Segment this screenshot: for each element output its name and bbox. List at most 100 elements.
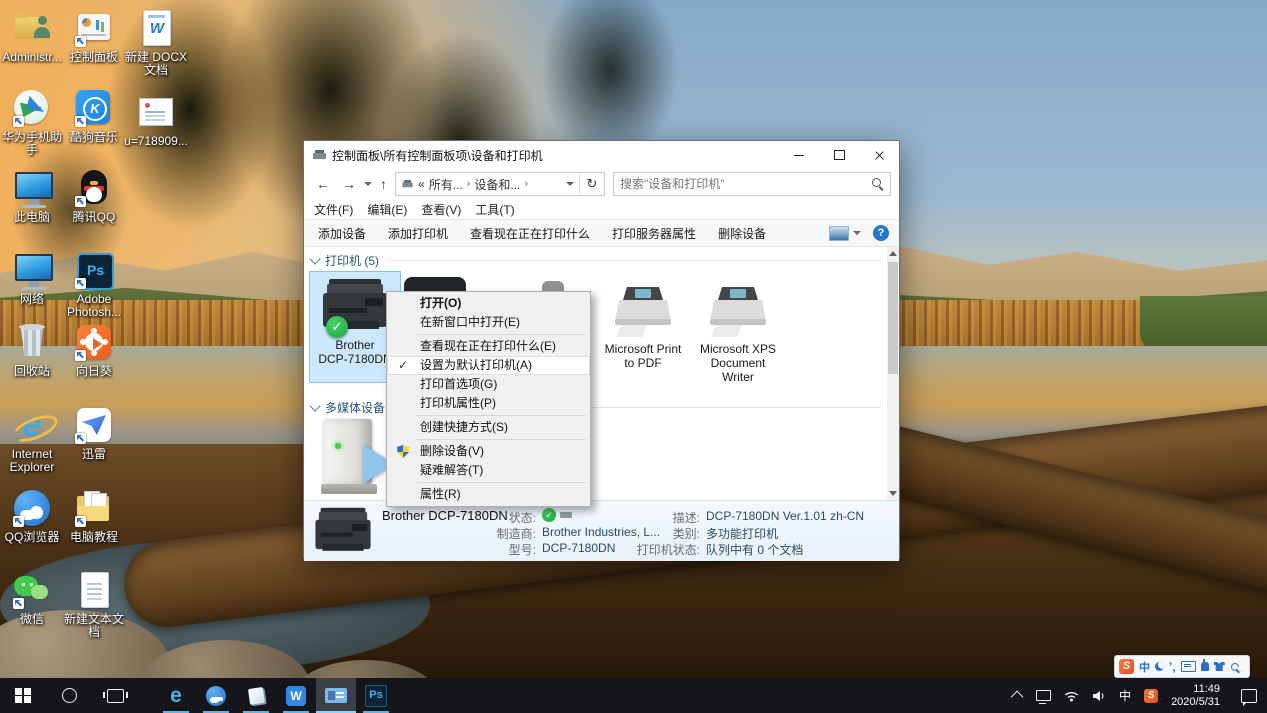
tray-pc-icon[interactable] [1036,690,1051,701]
close-button[interactable] [859,141,899,169]
wifi-icon[interactable] [1064,690,1079,702]
default-printer-badge: ✓ [326,316,348,338]
up-button[interactable]: ↑ [376,176,391,192]
shortcut-arrow-icon [13,516,24,527]
show-hidden-icons-chevron[interactable] [1011,691,1024,704]
taskbar-qq-browser[interactable] [196,678,236,713]
desktop-icon-photoshop[interactable]: Ps Adobe Photosh... [62,250,126,319]
ime-mode-button[interactable]: 中 [1139,659,1150,675]
desktop-icon-internet-explorer[interactable]: e Internet Explorer [0,405,64,474]
group-header-printers[interactable]: 打印机 (5) [311,252,881,269]
desktop-icon-sunflower[interactable]: 向日葵 [62,322,126,378]
desktop-icon-wechat[interactable]: 微信 [0,570,64,626]
taskbar-photoshop[interactable]: Ps [356,678,396,713]
view-options-button[interactable] [829,226,861,241]
toolbar-see-whats-printing[interactable]: 查看现在正在打印什么 [470,225,590,242]
desktop-icon-control-panel[interactable]: 控制面板 [62,8,126,64]
title-bar[interactable]: 控制面板\所有控制面板项\设备和打印机 [304,141,899,169]
handwriting-icon[interactable] [1201,662,1209,671]
desktop-icon-qq[interactable]: 腾讯QQ [62,168,126,224]
desktop-icon-hisuite[interactable]: 华为手机助手 [0,88,64,157]
minimize-button[interactable] [779,141,819,169]
fullwidth-moon-icon[interactable] [1155,662,1164,671]
maximize-button[interactable] [819,141,859,169]
context-menu-remove-device[interactable]: 删除设备(V) [387,442,590,461]
menu-file[interactable]: 文件(F) [314,201,353,218]
context-menu-troubleshoot[interactable]: 疑难解答(T) [387,461,590,480]
toolbar-remove-device[interactable]: 删除设备 [718,225,766,242]
status-value: ✓ [542,507,572,522]
context-menu-printing-preferences[interactable]: 打印首选项(G) [387,375,590,394]
toolbar-add-printer[interactable]: 添加打印机 [388,225,448,242]
desktop-icon-kugou[interactable]: K 酷狗音乐 [62,88,126,144]
shortcut-arrow-icon [75,516,86,527]
menu-tools[interactable]: 工具(T) [475,201,514,218]
start-button[interactable] [0,678,46,713]
scroll-down-icon[interactable] [889,491,897,496]
forward-button[interactable]: → [338,176,360,192]
context-menu-open-new-window[interactable]: 在新窗口中打开(E) [387,313,590,332]
scrollbar-thumb[interactable] [888,262,898,374]
search-box[interactable] [613,172,891,196]
taskbar-wps[interactable]: W [276,678,316,713]
context-menu-printer-properties[interactable]: 打印机属性(P) [387,394,590,413]
printer-context-menu: 打开(O) 在新窗口中打开(E) 查看现在正在打印什么(E) ✓设置为默认打印机… [386,291,591,507]
desktop-icon-pc-tutorials[interactable]: 电脑教程 [62,488,126,544]
context-menu-properties[interactable]: 属性(R) [387,485,590,504]
menu-view[interactable]: 查看(V) [421,201,461,218]
sogou-tray-icon[interactable]: S [1144,689,1158,703]
collapse-chevron-icon[interactable] [309,253,320,264]
desktop-icon-image-file[interactable]: u=718909... [124,92,188,148]
desktop-icon-new-docx[interactable]: W 新建 DOCX 文档 [124,8,188,77]
taskbar-internet-explorer[interactable]: e [156,678,196,713]
printer-microsoft-xps-writer[interactable]: Microsoft XPS Document Writer [686,271,790,399]
desktop-icon-recycle-bin[interactable]: 回收站 [0,322,64,378]
context-menu-open[interactable]: 打开(O) [387,294,590,313]
help-button[interactable]: ? [873,225,889,241]
desktop-icon-thunder[interactable]: 迅雷 [62,405,126,461]
desktop-icon-qq-browser[interactable]: QQ浏览器 [0,488,64,544]
refresh-button[interactable]: ↻ [579,173,604,195]
network-icon [12,250,52,290]
context-menu-create-shortcut[interactable]: 创建快捷方式(S) [387,418,590,437]
taskbar-devices-printers-active[interactable] [316,678,356,713]
sogou-logo-icon[interactable]: S [1119,659,1134,674]
toolbar-print-server-properties[interactable]: 打印服务器属性 [612,225,696,242]
skin-icon[interactable] [1214,662,1225,671]
task-view-button[interactable] [92,678,138,713]
taskbar-notepad[interactable] [236,678,276,713]
address-dropdown-icon[interactable] [561,173,579,195]
desktop-icon-administrator[interactable]: Administr... [0,8,64,64]
search-icon[interactable] [871,177,885,191]
context-menu-set-default-printer[interactable]: ✓设置为默认打印机(A) [387,356,590,375]
settings-wrench-icon[interactable] [1230,662,1240,672]
desktop-icon-this-pc[interactable]: 此电脑 [0,168,64,224]
soft-keyboard-icon[interactable] [1181,661,1196,672]
address-bar[interactable]: « 所有... › 设备和... › ↻ [395,172,605,196]
kugou-music-icon: K [74,88,114,128]
taskbar-clock[interactable]: 11:49 2020/5/31 [1171,683,1220,709]
recent-pages-dropdown-icon[interactable] [364,182,372,186]
search-input[interactable] [614,177,871,191]
printer-microsoft-print-to-pdf[interactable]: Microsoft Print to PDF [591,271,695,391]
ime-indicator[interactable]: 中 [1119,687,1131,704]
desktop-icon-network[interactable]: 网络 [0,250,64,306]
context-menu-see-whats-printing[interactable]: 查看现在正在打印什么(E) [387,337,590,356]
punctuation-icon[interactable]: ’, [1169,662,1176,672]
menu-edit[interactable]: 编辑(E) [367,201,407,218]
status-ok-icon: ✓ [542,508,556,522]
breadcrumb-guillemet: « [418,177,425,191]
back-button[interactable]: ← [312,176,334,192]
toolbar-add-device[interactable]: 添加设备 [318,225,366,242]
search-button[interactable] [46,678,92,713]
desktop-icon-new-text-doc[interactable]: 新建文本文档 [62,570,126,639]
action-center-icon[interactable] [1241,689,1257,703]
volume-icon[interactable] [1092,690,1106,702]
scroll-up-icon[interactable] [889,251,897,256]
shortcut-arrow-icon [75,116,86,127]
collapse-chevron-icon[interactable] [309,400,320,411]
menu-bar: 文件(F) 编辑(E) 查看(V) 工具(T) [304,199,899,219]
breadcrumb-all-items[interactable]: 所有... [429,176,463,193]
scrollbar[interactable] [887,247,899,500]
breadcrumb-devices-printers[interactable]: 设备和... [474,176,520,193]
